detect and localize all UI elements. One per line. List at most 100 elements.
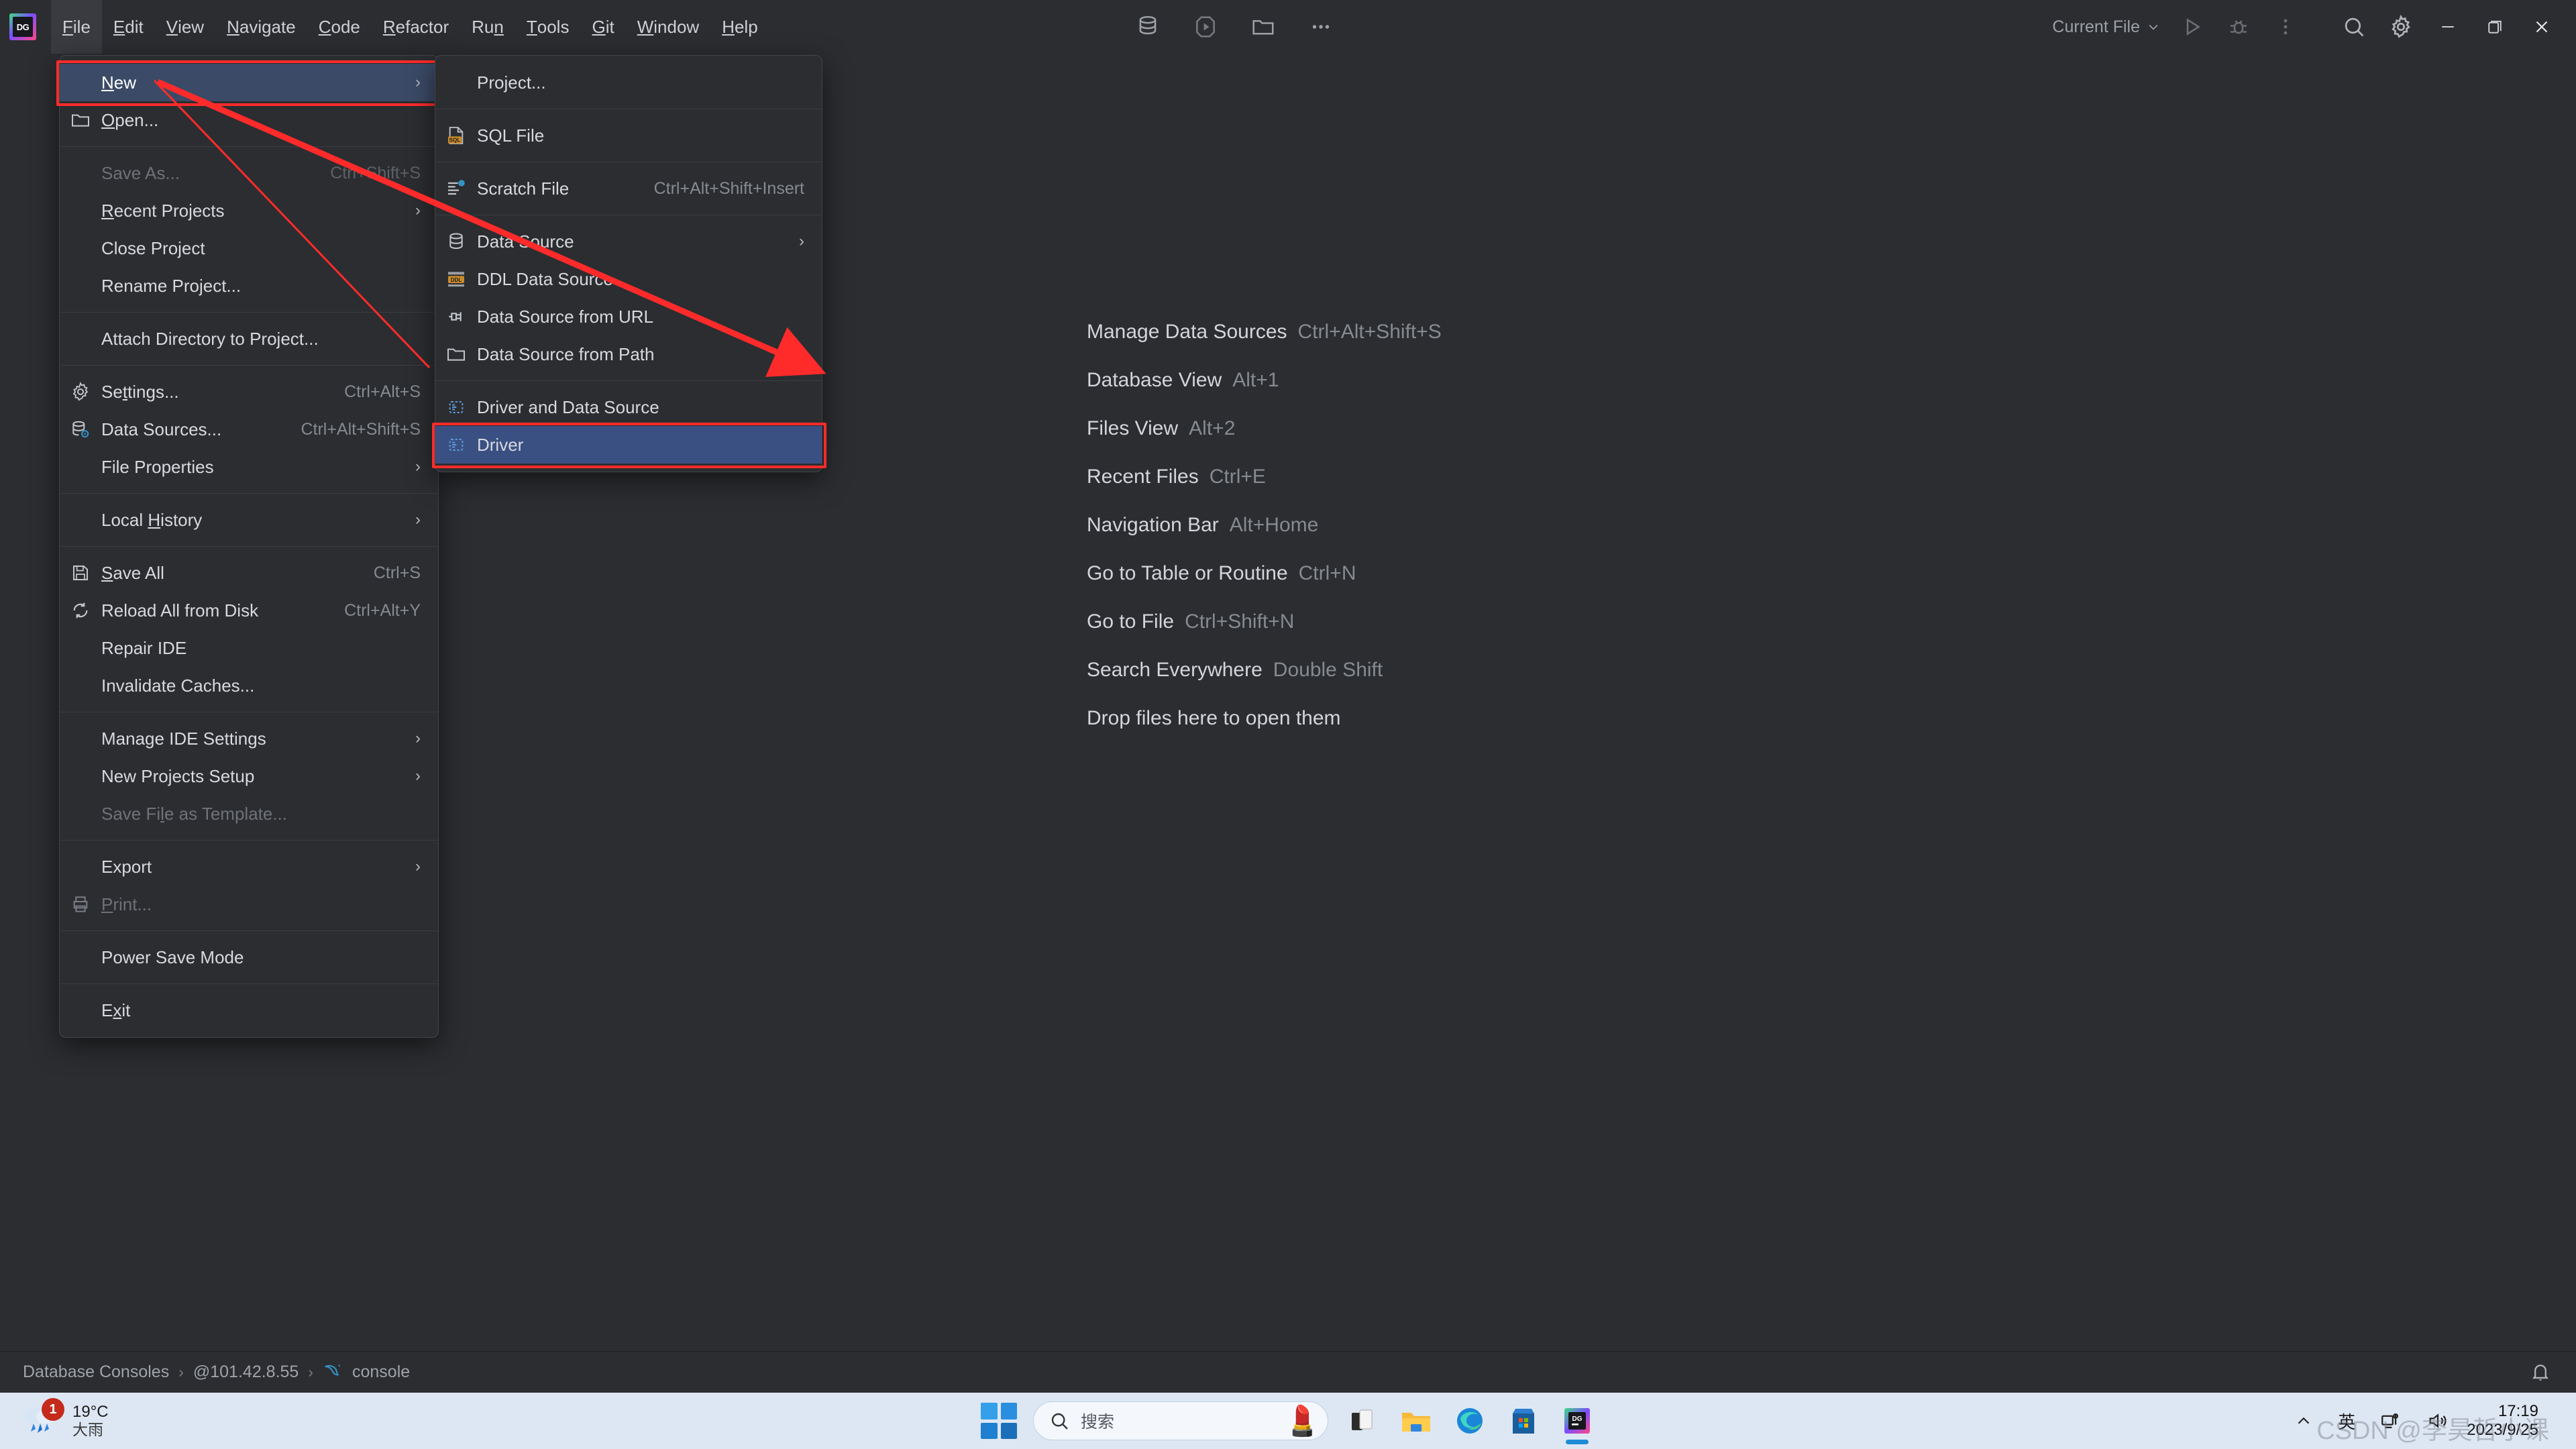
network-icon[interactable] — [2367, 1393, 2414, 1449]
menu-item-shortcut: Ctrl+S — [373, 563, 421, 582]
more-icon[interactable] — [1307, 13, 1335, 41]
breadcrumb-item-1[interactable]: @101.42.8.55 — [193, 1362, 299, 1382]
submenu-chevron-icon: › — [415, 857, 421, 875]
menu-item-ddl-data-source[interactable]: DDL DDL Data Source — [435, 260, 822, 298]
breadcrumb-item-2[interactable]: console — [352, 1362, 410, 1382]
menu-item-save-all[interactable]: Save All Ctrl+S — [60, 554, 438, 592]
hint-shortcut: Alt+2 — [1189, 417, 1236, 439]
database-icon[interactable] — [1134, 13, 1162, 41]
breadcrumb-item-0[interactable]: Database Consoles — [23, 1362, 169, 1382]
hint-row[interactable]: Database View Alt+1 — [1087, 369, 1442, 392]
settings-gear-icon[interactable] — [2387, 13, 2415, 41]
datagrip-icon[interactable]: DG — [1558, 1401, 1597, 1444]
search-icon[interactable] — [2340, 13, 2368, 41]
search-icon — [1051, 1413, 1068, 1430]
more-vertical-icon[interactable] — [2271, 13, 2300, 41]
driver-icon — [435, 396, 477, 418]
file-explorer-icon[interactable] — [1397, 1401, 1436, 1440]
menu-item-data-source[interactable]: Data Source › — [435, 223, 822, 260]
menu-item-print[interactable]: Print... — [60, 885, 438, 923]
menu-item-label: New — [101, 72, 137, 93]
hint-row[interactable]: Manage Data Sources Ctrl+Alt+Shift+S — [1087, 321, 1442, 343]
run-button-icon[interactable] — [2178, 13, 2206, 41]
menubar-item-help[interactable]: Help — [710, 0, 769, 54]
menu-item-project[interactable]: Project... — [435, 64, 822, 101]
restore-button[interactable] — [2471, 0, 2518, 54]
menu-item-settings[interactable]: Settings... Ctrl+Alt+S — [60, 373, 438, 411]
hint-row[interactable]: Drop files here to open them — [1087, 707, 1442, 730]
menu-item-export[interactable]: Export › — [60, 848, 438, 885]
menu-item-driver-and-data-source[interactable]: Driver and Data Source — [435, 388, 822, 426]
empty-editor-hints: Manage Data Sources Ctrl+Alt+Shift+S Datab… — [1087, 321, 1442, 730]
print-icon — [60, 894, 101, 915]
menu-item-invalidate-caches[interactable]: Invalidate Caches... — [60, 667, 438, 704]
volume-icon[interactable] — [2414, 1393, 2461, 1449]
menubar-item-refactor[interactable]: Refactor — [372, 0, 460, 54]
clock[interactable]: 17:19 2023/9/25 — [2461, 1402, 2576, 1439]
menubar-item-view[interactable]: View — [155, 0, 215, 54]
menubar-item-git[interactable]: Git — [580, 0, 625, 54]
menu-item-data-source-from-url[interactable]: Data Source from URL — [435, 298, 822, 335]
menu-item-driver[interactable]: Driver — [435, 426, 822, 464]
run-configuration-selector[interactable]: Current File — [2044, 17, 2168, 37]
submenu-chevron-icon: › — [415, 511, 421, 529]
folder-icon[interactable] — [1249, 13, 1277, 41]
menubar-item-navigate[interactable]: Navigate — [215, 0, 307, 54]
menubar-item-window[interactable]: Window — [626, 0, 710, 54]
menu-item-save-file-as-template[interactable]: Save File as Template... — [60, 795, 438, 833]
edge-icon[interactable] — [1450, 1401, 1489, 1440]
menu-item-new[interactable]: New › — [60, 64, 438, 101]
menu-item-shortcut: Ctrl+Alt+S — [344, 382, 421, 401]
tray-chevron-up-icon[interactable] — [2282, 1393, 2326, 1449]
new-submenu-popup[interactable]: Project... SQL SQL File Scratch File Ctrl+Al… — [432, 55, 826, 472]
menubar-item-tools[interactable]: Tools — [515, 0, 581, 54]
hint-row[interactable]: Files View Alt+2 — [1087, 417, 1442, 440]
close-button[interactable] — [2518, 0, 2565, 54]
menu-item-exit[interactable]: Exit — [60, 991, 438, 1029]
hint-label: Recent Files — [1087, 466, 1199, 488]
menu-item-save-as[interactable]: Save As... Ctrl+Shift+S — [60, 154, 438, 192]
ime-language-indicator[interactable]: 英 — [2326, 1393, 2367, 1449]
microsoft-store-icon[interactable] — [1504, 1401, 1543, 1440]
menu-item-file-properties[interactable]: File Properties › — [60, 448, 438, 486]
menu-item-sql-file[interactable]: SQL SQL File — [435, 117, 822, 154]
run-icon[interactable] — [1191, 13, 1220, 41]
hint-row[interactable]: Navigation Bar Alt+Home — [1087, 514, 1442, 537]
debug-bug-icon[interactable] — [2224, 13, 2253, 41]
submenu-chevron-icon: › — [415, 458, 421, 476]
task-view-icon[interactable] — [1343, 1401, 1382, 1440]
hint-row[interactable]: Go to File Ctrl+Shift+N — [1087, 610, 1442, 633]
hint-row[interactable]: Go to Table or Routine Ctrl+N — [1087, 562, 1442, 585]
weather-widget[interactable]: 1 19°C 大雨 — [20, 1398, 109, 1440]
menu-item-recent-projects[interactable]: Recent Projects › — [60, 192, 438, 229]
menu-item-manage-ide-settings[interactable]: Manage IDE Settings › — [60, 720, 438, 757]
menubar-item-code[interactable]: Code — [307, 0, 372, 54]
svg-text:DDL: DDL — [451, 277, 462, 283]
menu-item-power-save-mode[interactable]: Power Save Mode — [60, 938, 438, 976]
hint-row[interactable]: Search Everywhere Double Shift — [1087, 659, 1442, 682]
menu-item-rename-project[interactable]: Rename Project... — [60, 267, 438, 305]
menu-item-open[interactable]: Open... — [60, 101, 438, 139]
menu-item-label: File Properties — [101, 456, 214, 477]
start-icon[interactable] — [979, 1401, 1018, 1440]
menu-item-local-history[interactable]: Local History › — [60, 501, 438, 539]
menu-item-label: DDL Data Source — [477, 268, 613, 289]
menu-item-reload-all-from-disk[interactable]: Reload All from Disk Ctrl+Alt+Y — [60, 592, 438, 629]
hint-row[interactable]: Recent Files Ctrl+E — [1087, 466, 1442, 488]
menu-item-attach-directory-to-project[interactable]: Attach Directory to Project... — [60, 320, 438, 358]
menu-item-data-source-from-path[interactable]: Data Source from Path — [435, 335, 822, 373]
menu-item-scratch-file[interactable]: Scratch File Ctrl+Alt+Shift+Insert — [435, 170, 822, 207]
menu-item-label: Data Sources... — [101, 419, 222, 439]
menubar-item-file[interactable]: File — [51, 0, 102, 54]
file-menu-popup[interactable]: New › Open... Save As... Ctrl+Shift+S Recent … — [56, 55, 443, 1038]
search-input[interactable]: 搜索 💄 — [1033, 1401, 1328, 1440]
plug-icon — [435, 306, 477, 327]
menu-item-data-sources[interactable]: Data Sources... Ctrl+Alt+Shift+S — [60, 411, 438, 448]
menu-item-close-project[interactable]: Close Project — [60, 229, 438, 267]
menubar-item-run[interactable]: Ru n — [460, 0, 515, 54]
notifications-bell-icon[interactable] — [2529, 1361, 2552, 1384]
minimize-button[interactable] — [2424, 0, 2471, 54]
menubar-item-edit[interactable]: Edit — [102, 0, 155, 54]
menu-item-repair-ide[interactable]: Repair IDE — [60, 629, 438, 667]
menu-item-new-projects-setup[interactable]: New Projects Setup › — [60, 757, 438, 795]
